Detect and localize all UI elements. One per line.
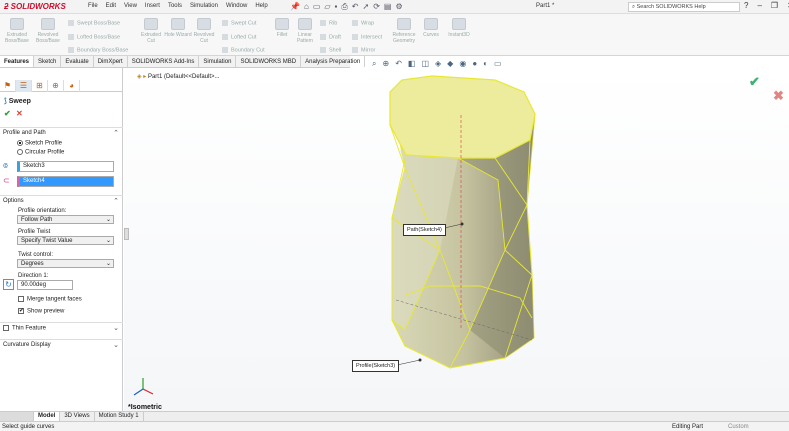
- status-bar: Select guide curves Editing Part Custom: [0, 421, 789, 431]
- status-editing: Editing Part: [672, 424, 704, 430]
- tab-scroll-arrows[interactable]: [0, 412, 34, 421]
- view-orientation-label: *Isometric: [128, 404, 162, 411]
- status-message: Select guide curves: [2, 424, 55, 430]
- status-units[interactable]: Custom: [728, 424, 749, 430]
- coordinate-triad-icon: [133, 378, 154, 396]
- path-callout[interactable]: Path(Sketch4): [403, 224, 446, 236]
- tab-model[interactable]: Model: [34, 412, 61, 421]
- tab-3d-views[interactable]: 3D Views: [60, 412, 95, 421]
- profile-callout[interactable]: Profile(Sketch3): [352, 360, 400, 372]
- model-view-tabs: Model 3D Views Motion Study 1: [0, 411, 789, 421]
- tab-motion-study[interactable]: Motion Study 1: [95, 412, 144, 421]
